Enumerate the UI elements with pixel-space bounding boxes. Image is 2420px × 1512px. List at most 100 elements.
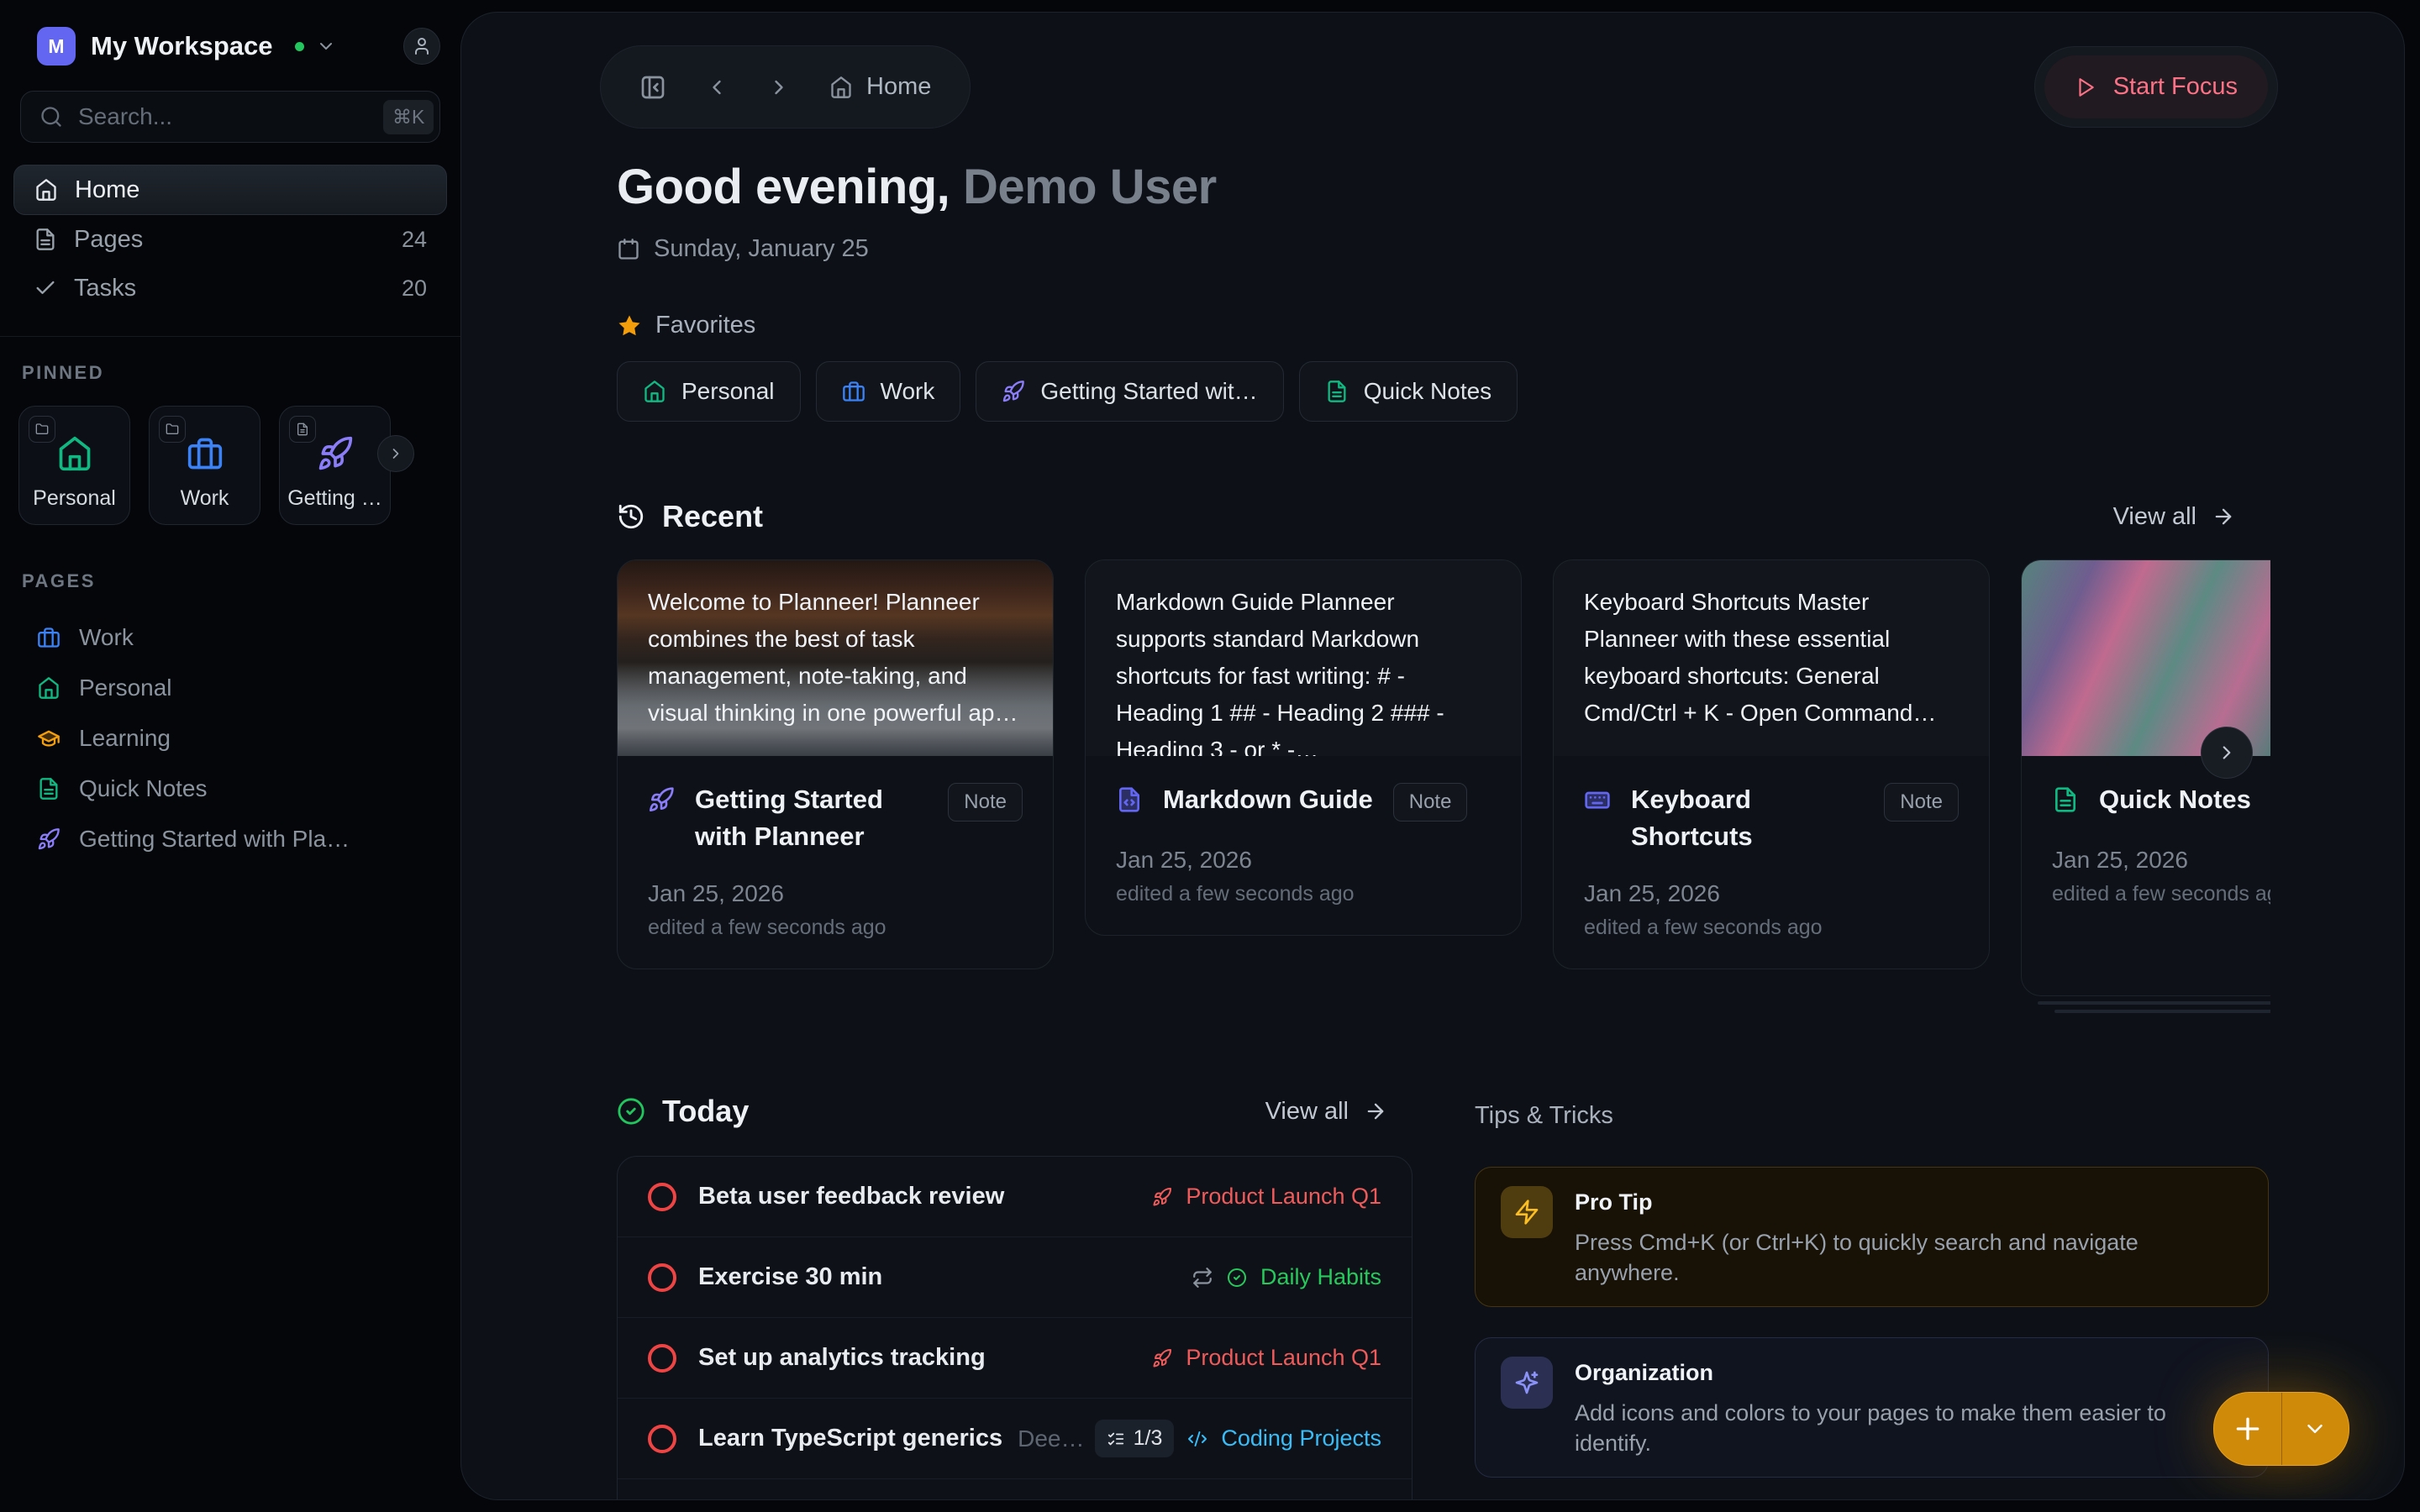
card-date: Jan 25, 2026 [1116, 847, 1491, 874]
favorite-chip-getting-started[interactable]: Getting Started wit… [976, 361, 1283, 422]
page-item-work[interactable]: Work [15, 612, 460, 663]
card-date: Jan 25, 2026 [1584, 880, 1959, 907]
briefcase-icon [150, 435, 260, 472]
star-icon [617, 313, 642, 339]
chevron-down-icon[interactable] [316, 36, 336, 56]
recent-header: Recent View all [617, 499, 2269, 534]
task-row[interactable]: Beta user feedback review Product Launch… [618, 1157, 1412, 1236]
briefcase-icon [37, 626, 60, 649]
card-edited-timestamp: edited a few seconds ago [648, 916, 1023, 940]
breadcrumb-home[interactable]: Home [829, 73, 931, 101]
greeting-salutation: Good evening, [617, 160, 950, 214]
page-item-quick-notes[interactable]: Quick Notes [15, 764, 460, 814]
pinned-card-label: Getting … [287, 486, 382, 511]
today-view-all-link[interactable]: View all [1265, 1098, 1387, 1126]
card-edited-timestamp: edited a few seconds ago [2052, 882, 2270, 906]
card-preview-area: Keyboard Shortcuts Master Planneer with … [1554, 560, 1989, 756]
today-task-list: Beta user feedback review Product Launch… [617, 1156, 1413, 1500]
workspace-switcher[interactable]: M My Workspace [37, 27, 440, 66]
pages-count: 24 [402, 227, 427, 253]
search-input[interactable] [76, 102, 383, 131]
favorite-chip-personal[interactable]: Personal [617, 361, 801, 422]
card-preview-text: Keyboard Shortcuts Master Planneer with … [1584, 589, 1936, 726]
recent-card-getting-started[interactable]: Welcome to Planneer! Planneer combines t… [617, 559, 1054, 969]
card-stack-line [2054, 1010, 2270, 1013]
sidebar-item-home[interactable]: Home [13, 165, 447, 215]
list-checks-icon [1107, 1430, 1125, 1448]
add-new-button[interactable] [2214, 1393, 2282, 1465]
view-all-label: View all [1265, 1098, 1349, 1126]
pinned-card-getting-started[interactable]: Getting … [279, 406, 391, 525]
pinned-card-work[interactable]: Work [149, 406, 260, 525]
task-checkbox[interactable] [648, 1344, 676, 1373]
recent-card-stack: Quick Notes Note Jan 25, 2026 edited a f… [2021, 559, 2270, 1013]
note-type-badge: Note [948, 783, 1023, 822]
file-text-icon [2052, 786, 2079, 813]
sidebar-item-tasks[interactable]: Tasks 20 [13, 264, 447, 312]
page-item-learning[interactable]: Learning [15, 713, 460, 764]
search-bar[interactable]: ⌘K [20, 91, 440, 143]
nav-forward-button[interactable] [767, 76, 791, 99]
breadcrumb-home-label: Home [866, 73, 931, 101]
fab-split-button [2213, 1392, 2349, 1466]
task-project-tag[interactable]: Daily Habits [1260, 1264, 1381, 1290]
task-checkbox[interactable] [648, 1183, 676, 1211]
task-row[interactable]: Build a weather dashboard Practice API i… [618, 1478, 1412, 1500]
page-item-getting-started[interactable]: Getting Started with Pla… [15, 814, 460, 864]
start-focus-label: Start Focus [2113, 73, 2238, 101]
user-icon [412, 36, 432, 56]
sidebar-nav: Home Pages 24 Tasks 20 [13, 165, 447, 312]
greeting-username: Demo User [963, 160, 1217, 214]
page-item-label: Personal [79, 675, 172, 701]
sidebar-item-label: Pages [74, 226, 143, 254]
card-title: Keyboard Shortcuts [1631, 781, 1864, 855]
task-row[interactable]: Exercise 30 min Daily Habits [618, 1236, 1412, 1317]
user-avatar-button[interactable] [403, 28, 440, 65]
start-focus-button[interactable]: Start Focus [2044, 55, 2268, 118]
favorite-chip-label: Quick Notes [1364, 378, 1492, 405]
rocket-icon [648, 786, 675, 813]
recent-view-all-link[interactable]: View all [2113, 503, 2235, 531]
page-item-personal[interactable]: Personal [15, 663, 460, 713]
task-checkbox[interactable] [648, 1263, 676, 1292]
task-project-tag[interactable]: Product Launch Q1 [1186, 1345, 1381, 1371]
recent-cards-row: Welcome to Planneer! Planneer combines t… [617, 559, 2270, 1013]
tip-title: Organization [1575, 1360, 2243, 1386]
chevron-right-icon [387, 445, 404, 462]
subtask-count-badge: 1/3 [1095, 1420, 1175, 1457]
pinned-card-personal[interactable]: Personal [18, 406, 130, 525]
pinned-card-label: Personal [33, 486, 116, 511]
task-project-tag[interactable]: Product Launch Q1 [1186, 1184, 1381, 1210]
card-preview-text: Welcome to Planneer! Planneer combines t… [648, 589, 1018, 726]
task-row[interactable]: Learn TypeScript generics Deep div… 1/3 [618, 1398, 1412, 1478]
check-icon [34, 276, 57, 300]
pinned-scroll-next-button[interactable] [377, 435, 414, 472]
recent-scroll-next-button[interactable] [2201, 727, 2253, 779]
page-item-label: Learning [79, 725, 171, 752]
tip-card-pro-tip: Pro Tip Press Cmd+K (or Ctrl+K) to quick… [1475, 1167, 2269, 1307]
favorite-chip-quick-notes[interactable]: Quick Notes [1299, 361, 1518, 422]
sidebar-collapse-button[interactable] [639, 74, 666, 101]
favorite-chip-label: Personal [681, 378, 775, 405]
nav-back-button[interactable] [705, 76, 729, 99]
task-project-tag[interactable]: Coding Projects [1221, 1425, 1381, 1452]
chevron-down-icon [2302, 1416, 2328, 1441]
favorite-chip-work[interactable]: Work [816, 361, 961, 422]
recent-card-keyboard-shortcuts[interactable]: Keyboard Shortcuts Master Planneer with … [1553, 559, 1990, 969]
task-row[interactable]: Set up analytics tracking Product Launch… [618, 1317, 1412, 1398]
recent-card-markdown-guide[interactable]: Markdown Guide Planneer supports standar… [1085, 559, 1522, 936]
home-icon [643, 380, 666, 403]
tips-section: Tips & Tricks Pro Tip Press Cmd+K (or Ct… [1475, 1094, 2269, 1500]
recent-title-row: Recent [617, 499, 763, 534]
task-checkbox[interactable] [648, 1425, 676, 1453]
recent-title: Recent [662, 499, 763, 534]
task-title: Beta user feedback review [698, 1183, 1004, 1210]
note-type-badge: Note [1884, 783, 1959, 822]
today-section: Today View all Beta user feedback r [617, 1094, 1413, 1500]
add-options-button[interactable] [2282, 1393, 2349, 1465]
task-note-preview: Deep div… [1018, 1425, 1095, 1452]
card-cover-image: Welcome to Planneer! Planneer combines t… [618, 560, 1053, 756]
pages-heading: PAGES [22, 570, 460, 592]
sidebar-item-pages[interactable]: Pages 24 [13, 215, 447, 264]
card-title: Markdown Guide [1163, 781, 1373, 818]
